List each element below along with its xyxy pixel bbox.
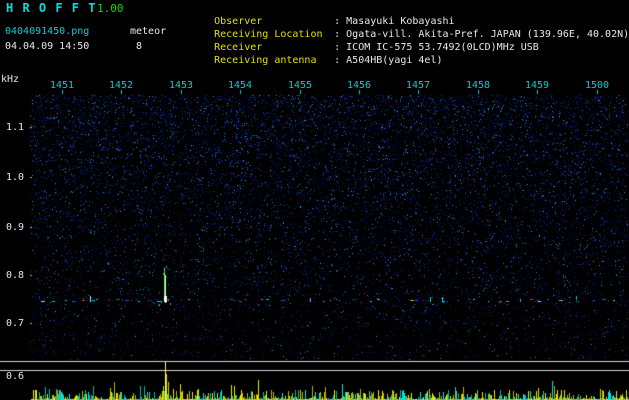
observation-datetime: 04.04.09 14:50: [5, 41, 90, 52]
info-value: : ICOM IC-575 53.7492(0LCD)MHz USB: [334, 42, 539, 53]
app-version: 1.00: [97, 2, 124, 15]
y-tick-label: 0.8: [6, 270, 25, 281]
frequency-unit-label: kHz: [1, 74, 20, 85]
x-tick-label: 1500: [584, 80, 610, 91]
hrofft-screen: H R O F F T 1.00 0404091450.png meteor 0…: [0, 0, 629, 400]
x-tick-label: 1458: [465, 80, 491, 91]
x-tick-label: 1451: [49, 80, 75, 91]
info-label: Receiver: [214, 42, 263, 53]
y-tick-label: 0.7: [6, 318, 25, 329]
x-tick-label: 1459: [524, 80, 550, 91]
info-row-observer: Observer : Masayuki Kobayashi: [178, 2, 629, 27]
x-tick-label: 1457: [405, 80, 431, 91]
spectrogram-canvas: [0, 70, 629, 400]
info-label: Receiving Location: [214, 29, 323, 40]
info-label: Receiving antenna: [214, 55, 317, 66]
output-filename: 0404091450.png: [5, 26, 90, 37]
echo-count: 8: [136, 41, 143, 52]
y-tick-label: 0.9: [6, 222, 25, 233]
y-tick-label: 1.1: [6, 122, 25, 133]
x-tick-label: 1456: [346, 80, 372, 91]
y-tick-label: 0.6: [6, 371, 25, 382]
x-tick-label: 1454: [227, 80, 253, 91]
x-tick-label: 1452: [108, 80, 134, 91]
observation-mode: meteor: [130, 26, 167, 37]
info-value: : A504HB(yagi 4el): [334, 55, 443, 66]
x-tick-label: 1455: [287, 80, 313, 91]
app-title: H R O F F T: [6, 1, 97, 15]
y-tick-label: 1.0: [6, 172, 25, 183]
info-label: Observer: [214, 16, 263, 27]
info-value: : Masayuki Kobayashi: [334, 16, 455, 27]
info-value: : Ogata-vill. Akita-Pref. JAPAN (139.96E…: [334, 29, 629, 40]
station-info: Observer : Masayuki Kobayashi Receiving L…: [178, 2, 629, 66]
x-tick-label: 1453: [168, 80, 194, 91]
